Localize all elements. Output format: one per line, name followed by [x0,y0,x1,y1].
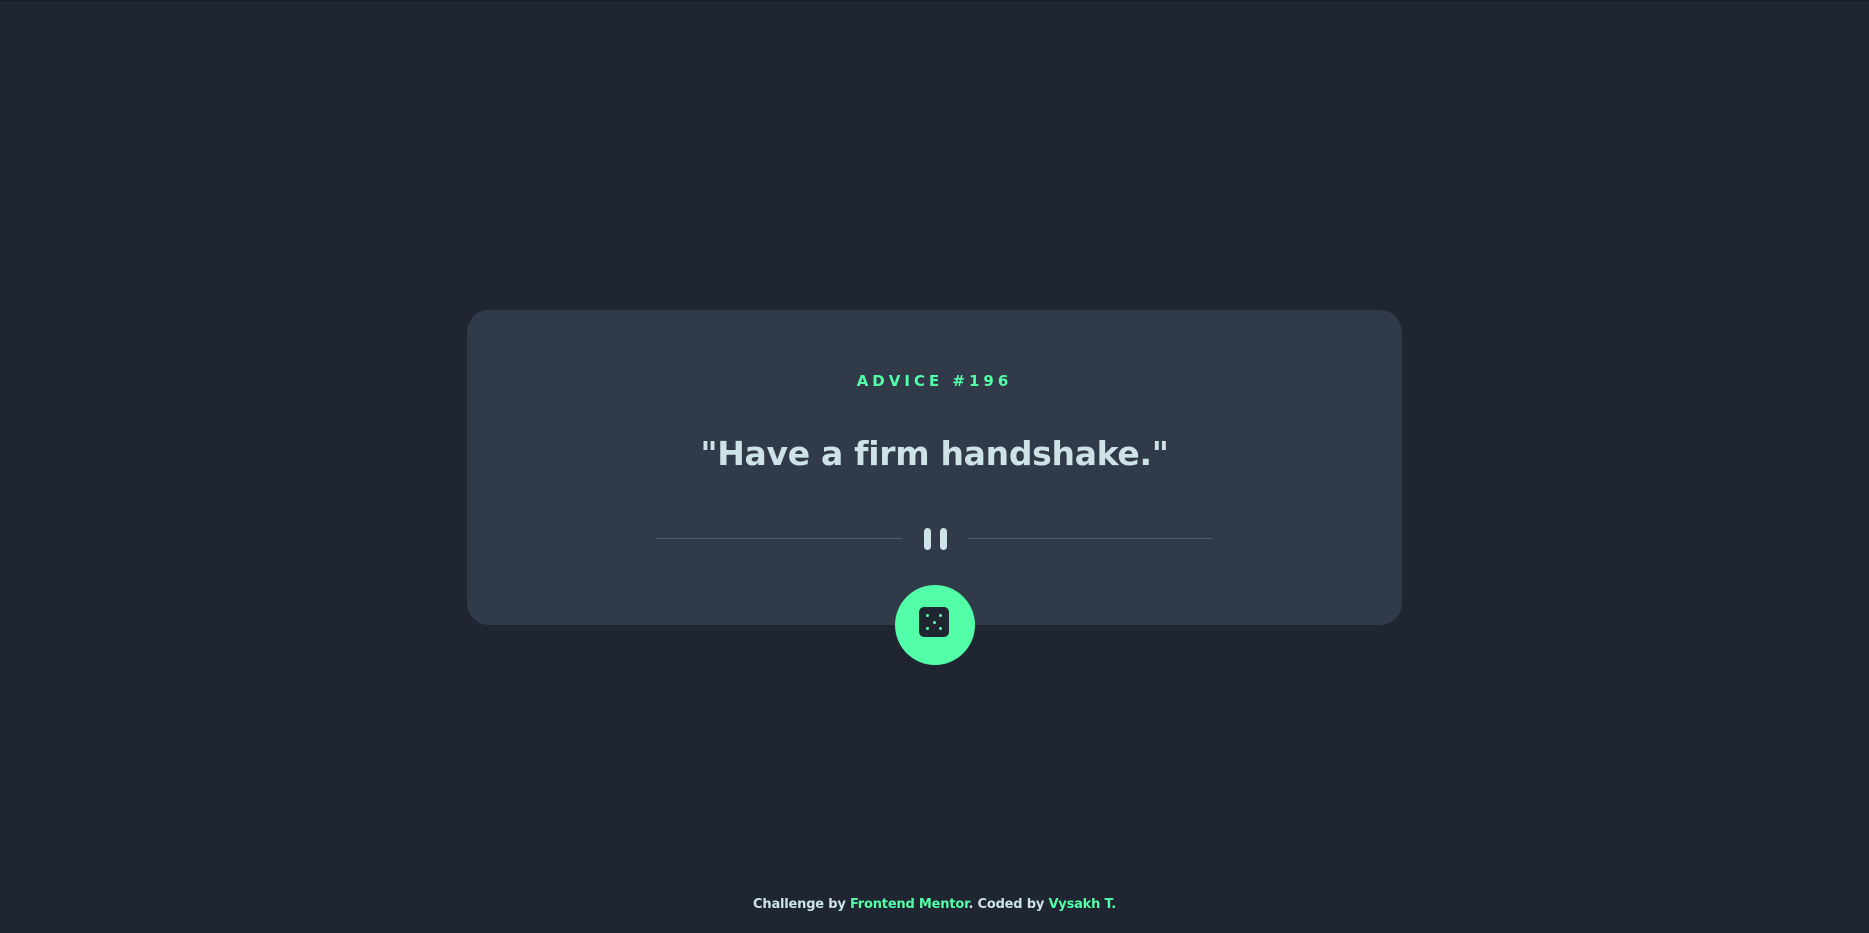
new-advice-button[interactable] [895,585,975,665]
footer-suffix: . [1111,897,1116,912]
pause-bar-left [924,528,931,550]
pattern-divider [657,528,1212,550]
divider-line-left [657,538,902,539]
footer-prefix: Challenge by [753,897,850,912]
advice-quote: "Have a firm handshake." [700,434,1169,473]
author-link[interactable]: Vysakh T [1048,897,1111,912]
dice-pip [926,627,929,630]
advice-card: ADVICE #196 "Have a firm handshake." [467,310,1402,625]
pause-icon [920,528,948,550]
dice-pip [939,627,942,630]
dice-pip [932,620,936,624]
divider-line-right [967,538,1212,539]
footer-middle: . Coded by [968,897,1049,912]
attribution-footer: Challenge by Frontend Mentor. Coded by V… [0,897,1869,912]
advice-id-label: ADVICE #196 [856,372,1013,390]
dice-pip [926,614,929,617]
frontend-mentor-link[interactable]: Frontend Mentor [850,897,969,912]
top-edge-line [0,0,1869,1]
dice-icon [919,607,949,637]
pause-bar-right [940,528,947,550]
dice-pip [939,614,942,617]
